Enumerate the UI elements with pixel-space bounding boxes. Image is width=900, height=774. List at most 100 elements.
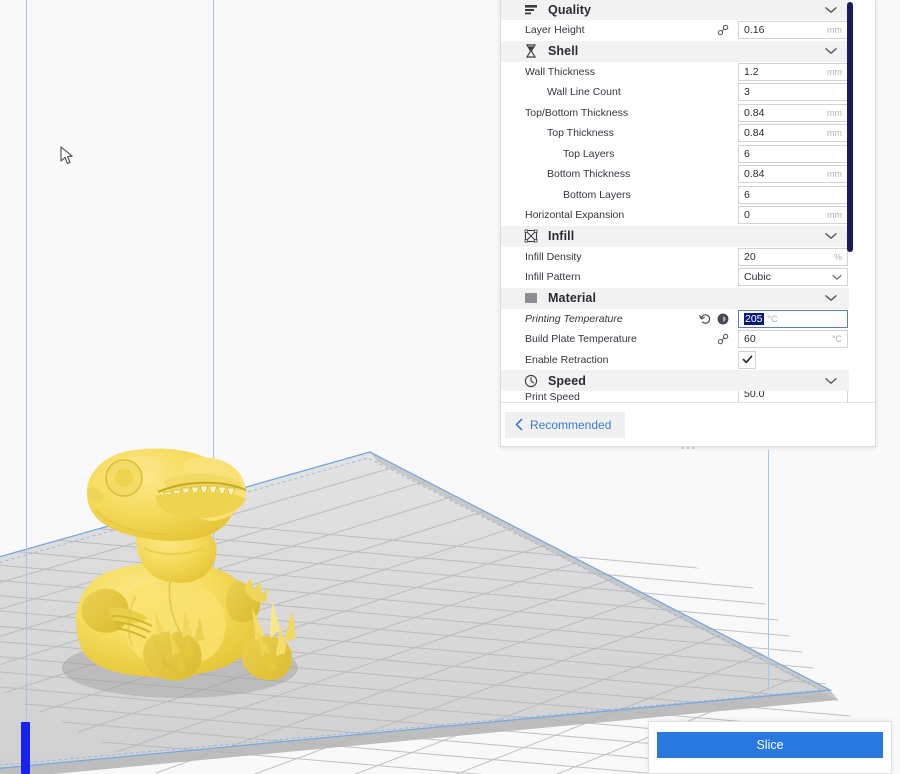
setting-unit: mm xyxy=(827,25,842,36)
settings-list: Quality Layer Height 0.16 mm Shell Wall Thick… xyxy=(501,0,849,402)
setting-input[interactable]: 60 °C xyxy=(738,330,848,349)
setting-input[interactable]: 20% xyxy=(738,247,848,266)
link-icon[interactable] xyxy=(717,24,729,36)
setting-dropdown[interactable]: Cubic xyxy=(738,268,848,287)
setting-input[interactable]: 0.84 mm xyxy=(738,124,848,143)
print-settings-panel: Quality Layer Height 0.16 mm Shell Wall Thick… xyxy=(500,0,876,447)
setting-value: 0.84 xyxy=(744,106,765,119)
setting-unit: mm xyxy=(827,66,842,77)
setting-row-icons xyxy=(717,333,729,345)
setting-row[interactable]: Wall Thickness 1.2 mm xyxy=(501,61,849,82)
filament-icon xyxy=(525,293,537,303)
check-icon xyxy=(742,355,752,364)
setting-input[interactable]: 0.16 mm xyxy=(738,21,848,40)
setting-checkbox[interactable] xyxy=(738,350,756,369)
revert-icon[interactable] xyxy=(699,313,711,325)
setting-value: Cubic xyxy=(744,271,771,284)
setting-row[interactable]: Bottom Layers 6 xyxy=(501,184,849,205)
setting-row[interactable]: Wall Line Count 3 xyxy=(501,82,849,103)
slice-button[interactable]: Slice xyxy=(657,732,883,758)
setting-unit: °C xyxy=(767,313,778,324)
setting-row[interactable]: Infill Pattern Cubic xyxy=(501,267,849,288)
setting-value: 6 xyxy=(744,147,750,160)
setting-value: 1.2 xyxy=(744,65,759,78)
category-collapse-toggle[interactable] xyxy=(825,289,837,307)
setting-row[interactable]: Top Layers 6 xyxy=(501,143,849,164)
filament-icon xyxy=(523,290,539,306)
setting-value: 50.0 xyxy=(744,391,765,400)
setting-row[interactable]: Bottom Thickness 0.84 mm xyxy=(501,164,849,185)
setting-input[interactable]: 3 xyxy=(738,83,848,102)
setting-unit: mm xyxy=(827,128,842,139)
setting-row[interactable]: Horizontal Expansion 0 mm xyxy=(501,205,849,226)
setting-input[interactable]: 0 mm xyxy=(738,206,848,225)
build-volume-edge-right xyxy=(768,450,769,690)
settings-scroll-area[interactable]: Quality Layer Height 0.16 mm Shell Wall Thick… xyxy=(501,0,875,402)
build-volume-edge-left xyxy=(26,0,27,722)
setting-row[interactable]: Layer Height 0.16 mm xyxy=(501,20,849,41)
chevron-down-icon[interactable] xyxy=(832,274,842,281)
category-collapse-toggle[interactable] xyxy=(825,227,837,245)
setting-input[interactable]: 205 °C xyxy=(738,309,848,328)
setting-row[interactable]: Enable Retraction xyxy=(501,349,849,370)
setting-unit: mm xyxy=(827,210,842,221)
hourglass-icon xyxy=(525,44,537,58)
build-volume-corner-post xyxy=(21,722,30,774)
setting-input[interactable]: 0.84 mm xyxy=(738,165,848,184)
setting-value: 0.16 xyxy=(744,24,765,37)
mouse-pointer-icon xyxy=(60,146,73,165)
chevron-left-icon xyxy=(515,418,523,431)
settings-panel-footer: Recommended xyxy=(501,402,875,446)
category-label-material: Material xyxy=(548,291,597,305)
chevron-down-icon[interactable] xyxy=(825,294,837,302)
recommended-mode-label: Recommended xyxy=(530,417,612,432)
category-label-shell: Shell xyxy=(548,44,579,58)
category-label-quality: Quality xyxy=(548,2,592,17)
setting-value: 3 xyxy=(744,86,750,99)
setting-input[interactable]: 1.2 mm xyxy=(738,62,848,81)
category-collapse-toggle[interactable] xyxy=(825,372,837,390)
info-icon[interactable] xyxy=(717,313,729,325)
category-collapse-toggle[interactable] xyxy=(825,42,837,60)
category-label-speed: Speed xyxy=(548,373,587,388)
cura-main-window: Quality Layer Height 0.16 mm Shell Wall Thick… xyxy=(0,0,900,774)
recommended-mode-button[interactable]: Recommended xyxy=(505,411,626,438)
setting-value: 20 xyxy=(744,250,756,263)
setting-row[interactable]: Print Speed 50.0 xyxy=(501,391,849,402)
category-header-material[interactable]: Material xyxy=(501,287,849,309)
setting-row-icons xyxy=(699,313,729,325)
chevron-down-icon[interactable] xyxy=(832,268,842,286)
setting-value: 60 xyxy=(744,333,756,346)
action-panel: Slice xyxy=(648,721,892,774)
drag-handle-dots-icon[interactable] xyxy=(500,443,876,452)
setting-value: 0.84 xyxy=(744,127,765,140)
setting-label: Enable Retraction xyxy=(525,353,609,366)
setting-value: 0.84 xyxy=(744,168,765,181)
chevron-down-icon[interactable] xyxy=(825,47,837,55)
setting-input[interactable]: 6 xyxy=(738,185,848,204)
dinosaur-model[interactable] xyxy=(40,440,340,690)
setting-row[interactable]: Build Plate Temperature 60 °C xyxy=(501,329,849,350)
category-header-speed[interactable]: Speed xyxy=(501,370,849,391)
setting-input[interactable]: 0.84 mm xyxy=(738,103,848,122)
chevron-down-icon[interactable] xyxy=(825,6,837,14)
setting-row[interactable]: Infill Density 20% xyxy=(501,246,849,267)
setting-input[interactable]: 50.0 xyxy=(738,391,848,402)
chevron-down-icon[interactable] xyxy=(825,377,837,385)
link-icon[interactable] xyxy=(717,333,729,345)
category-collapse-toggle[interactable] xyxy=(825,1,837,19)
setting-input[interactable]: 6 xyxy=(738,144,848,163)
settings-scrollbar[interactable] xyxy=(847,2,853,252)
setting-unit: mm xyxy=(827,169,842,180)
setting-row[interactable]: Printing Temperature 205 °C xyxy=(501,308,849,329)
chevron-down-icon[interactable] xyxy=(825,232,837,240)
category-header-infill[interactable]: Infill xyxy=(501,225,849,247)
category-header-shell[interactable]: Shell xyxy=(501,40,849,62)
clock-icon xyxy=(523,373,539,389)
setting-row[interactable]: Top Thickness 0.84 mm xyxy=(501,123,849,144)
setting-unit: % xyxy=(833,251,842,262)
setting-value: 6 xyxy=(744,188,750,201)
setting-row[interactable]: Top/Bottom Thickness 0.84 mm xyxy=(501,102,849,123)
category-header-quality[interactable]: Quality xyxy=(501,0,849,20)
clock-icon xyxy=(524,374,538,387)
